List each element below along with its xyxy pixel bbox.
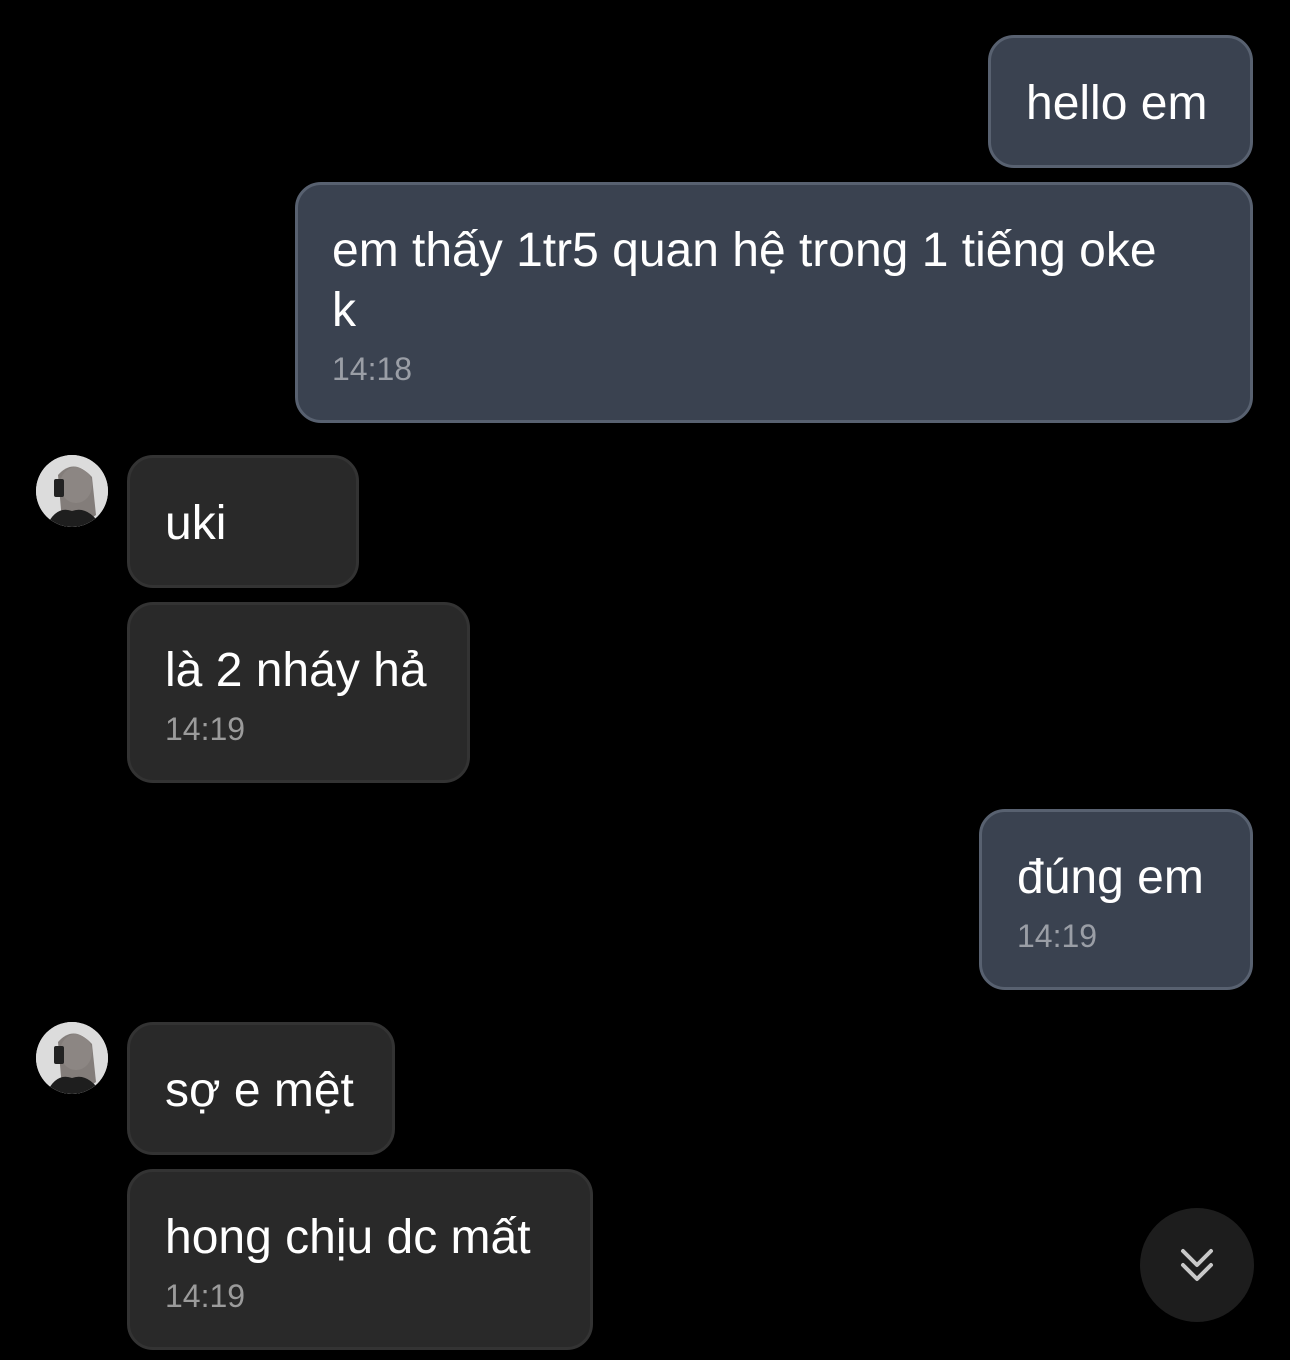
avatar-image — [36, 1022, 108, 1094]
message-timestamp: 14:19 — [1017, 918, 1098, 954]
message-bubble-incoming[interactable]: uki — [127, 455, 359, 588]
message-bubble-incoming[interactable]: sợ e mệt — [127, 1022, 395, 1155]
message-timestamp: 14:18 — [332, 351, 413, 387]
message-timestamp: 14:19 — [165, 711, 246, 747]
double-chevron-down-icon — [1181, 1249, 1213, 1281]
message-text: em thấy 1tr5 quan hệ trong 1 tiếng oke k — [332, 224, 1157, 337]
message-text: hong chịu dc mất — [165, 1211, 531, 1264]
message-bubble-incoming[interactable]: là 2 nháy hả 14:19 — [127, 602, 470, 783]
message-text: sợ e mệt — [165, 1064, 354, 1117]
message-text: uki — [165, 497, 227, 550]
contact-avatar[interactable] — [36, 455, 108, 527]
message-bubble-incoming[interactable]: hong chịu dc mất 14:19 — [127, 1169, 593, 1350]
scroll-to-bottom-button[interactable] — [1140, 1208, 1254, 1322]
message-bubble-outgoing[interactable]: đúng em 14:19 — [979, 809, 1253, 990]
contact-avatar[interactable] — [36, 1022, 108, 1094]
message-bubble-outgoing[interactable]: em thấy 1tr5 quan hệ trong 1 tiếng oke k… — [295, 182, 1253, 423]
message-timestamp: 14:19 — [165, 1278, 246, 1314]
avatar-image — [36, 455, 108, 527]
message-bubble-outgoing[interactable]: hello em — [988, 35, 1253, 168]
chat-thread[interactable]: hello em em thấy 1tr5 quan hệ trong 1 ti… — [0, 0, 1290, 1360]
message-text: hello em — [1026, 77, 1208, 130]
message-text: là 2 nháy hả — [165, 644, 427, 697]
message-text: đúng em — [1017, 851, 1204, 904]
